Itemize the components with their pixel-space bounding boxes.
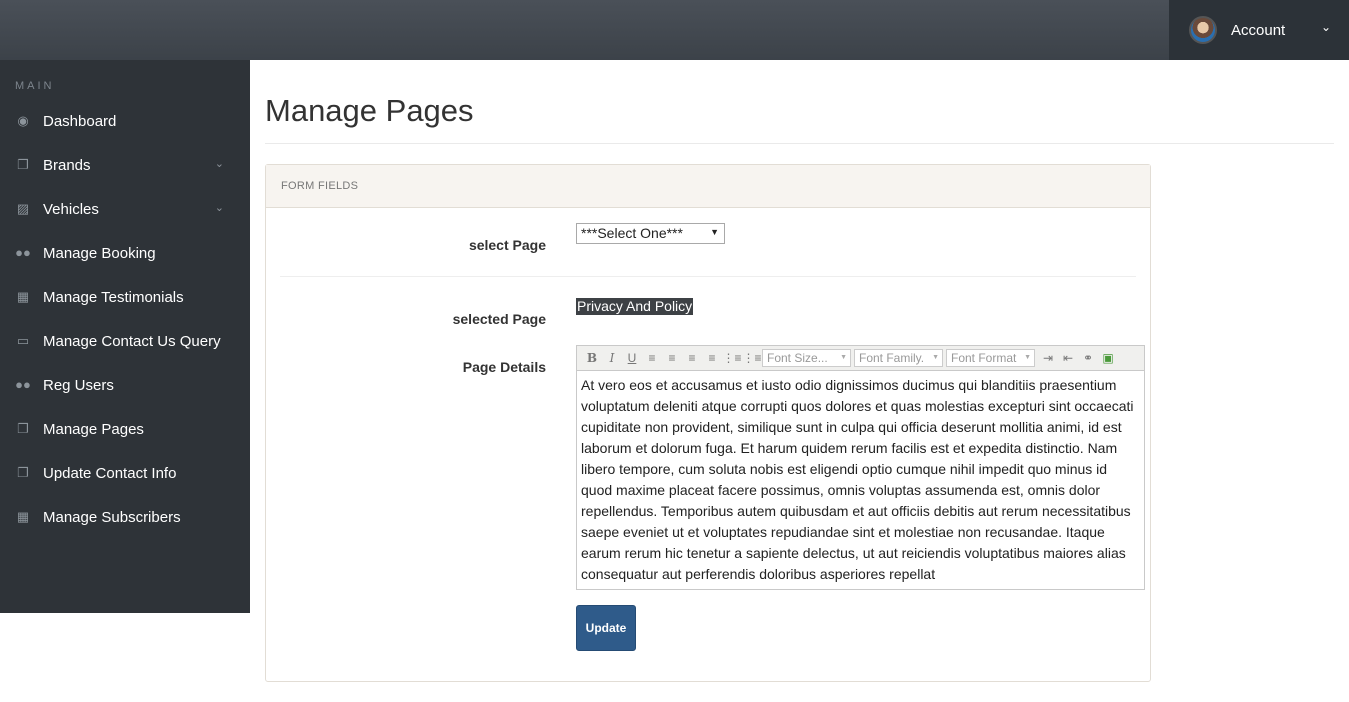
- account-label: Account: [1231, 21, 1286, 39]
- sidebar: MAIN ◉ Dashboard ❐ Brands ⌄ ▨ Vehicles ⌄…: [0, 60, 250, 613]
- panel-heading: FORM FIELDS: [266, 165, 1150, 208]
- select-page-label: select Page: [468, 237, 546, 253]
- dropdown-arrow-icon: ▼: [932, 354, 939, 361]
- font-format-placeholder: Font Format: [951, 351, 1017, 365]
- page-details-label: Page Details: [462, 359, 546, 375]
- divider: [265, 143, 1334, 144]
- dropdown-arrow-icon: ▼: [1024, 354, 1031, 361]
- divider: [280, 276, 1136, 277]
- outdent-icon[interactable]: ⇤: [1058, 348, 1078, 368]
- dashboard-icon: ◉: [17, 113, 29, 128]
- insert-image-icon[interactable]: ▣: [1098, 348, 1118, 368]
- desktop-icon: ▭: [16, 333, 30, 348]
- align-center-icon[interactable]: ≡: [662, 348, 682, 368]
- dropdown-arrow-icon: ▼: [710, 227, 719, 237]
- align-left-icon[interactable]: ≡: [642, 348, 662, 368]
- align-justify-icon[interactable]: ≡: [702, 348, 722, 368]
- sidebar-item-manage-subscribers[interactable]: ▦ Manage Subscribers: [0, 495, 250, 539]
- selected-page-value: Privacy And Policy: [576, 298, 694, 315]
- ordered-list-icon[interactable]: ⋮≡: [722, 348, 742, 368]
- account-menu[interactable]: Account ⌄: [1169, 0, 1349, 60]
- sidebar-item-label: Manage Booking: [43, 244, 156, 262]
- top-navbar: Account ⌄: [0, 0, 1349, 60]
- main-content: Manage Pages FORM FIELDS select Page ***…: [250, 60, 1349, 702]
- update-button[interactable]: Update: [576, 605, 636, 651]
- sidebar-item-brands[interactable]: ❐ Brands ⌄: [0, 143, 250, 187]
- indent-icon[interactable]: ⇥: [1038, 348, 1058, 368]
- font-size-select[interactable]: Font Size... ▼: [762, 349, 851, 367]
- sidebar-item-manage-contact-us-query[interactable]: ▭ Manage Contact Us Query: [0, 319, 250, 363]
- chevron-down-icon: ⌄: [214, 202, 224, 214]
- files-icon: ❐: [17, 157, 29, 172]
- users-icon: ●●: [15, 245, 31, 260]
- rich-text-editor[interactable]: B I U ≡ ≡ ≡ ≡ ⋮≡ ⋮≡ Font Size... ▼ Font …: [576, 345, 1145, 590]
- sidebar-item-label: Reg Users: [43, 376, 114, 394]
- dropdown-arrow-icon: ▼: [840, 354, 847, 361]
- sidebar-section-label: MAIN: [15, 80, 55, 92]
- table-icon: ▦: [16, 509, 30, 524]
- users-icon: ●●: [15, 377, 31, 392]
- sidebar-item-label: Manage Contact Us Query: [43, 332, 221, 350]
- page-title: Manage Pages: [265, 93, 474, 128]
- files-icon: ❐: [17, 465, 29, 480]
- table-icon: ▦: [16, 289, 30, 304]
- font-family-placeholder: Font Family.: [859, 351, 925, 365]
- font-size-placeholder: Font Size...: [767, 351, 828, 365]
- avatar: [1189, 16, 1217, 44]
- sidebar-item-manage-booking[interactable]: ●● Manage Booking: [0, 231, 250, 275]
- sidebar-item-label: Vehicles: [43, 200, 99, 218]
- sitemap-icon: ▨: [16, 201, 30, 216]
- sidebar-item-update-contact-info[interactable]: ❐ Update Contact Info: [0, 451, 250, 495]
- font-format-select[interactable]: Font Format ▼: [946, 349, 1035, 367]
- sidebar-item-manage-testimonials[interactable]: ▦ Manage Testimonials: [0, 275, 250, 319]
- bold-icon[interactable]: B: [582, 348, 602, 368]
- sidebar-item-manage-pages[interactable]: ❐ Manage Pages: [0, 407, 250, 451]
- chevron-down-icon: ⌄: [1320, 20, 1331, 34]
- sidebar-item-label: Manage Subscribers: [43, 508, 181, 526]
- sidebar-item-label: Manage Pages: [43, 420, 144, 438]
- font-family-select[interactable]: Font Family. ▼: [854, 349, 943, 367]
- sidebar-item-reg-users[interactable]: ●● Reg Users: [0, 363, 250, 407]
- editor-content[interactable]: At vero eos et accusamus et iusto odio d…: [577, 371, 1144, 585]
- sidebar-item-label: Dashboard: [43, 112, 117, 130]
- files-icon: ❐: [17, 421, 29, 436]
- italic-icon[interactable]: I: [602, 348, 622, 368]
- sidebar-item-dashboard[interactable]: ◉ Dashboard: [0, 99, 250, 143]
- sidebar-item-vehicles[interactable]: ▨ Vehicles ⌄: [0, 187, 250, 231]
- form-panel: FORM FIELDS select Page ***Select One***…: [265, 164, 1151, 682]
- sidebar-item-label: Update Contact Info: [43, 464, 177, 482]
- selected-page-label: selected Page: [452, 311, 546, 327]
- page-select-value: ***Select One***: [581, 225, 683, 241]
- underline-icon[interactable]: U: [622, 348, 642, 368]
- sidebar-item-label: Brands: [43, 156, 91, 174]
- editor-toolbar: B I U ≡ ≡ ≡ ≡ ⋮≡ ⋮≡ Font Size... ▼ Font …: [577, 346, 1144, 371]
- unordered-list-icon[interactable]: ⋮≡: [742, 348, 762, 368]
- link-icon[interactable]: ⚭: [1078, 348, 1098, 368]
- chevron-down-icon: ⌄: [214, 158, 224, 170]
- page-select[interactable]: ***Select One*** ▼: [576, 223, 725, 244]
- align-right-icon[interactable]: ≡: [682, 348, 702, 368]
- sidebar-item-label: Manage Testimonials: [43, 288, 184, 306]
